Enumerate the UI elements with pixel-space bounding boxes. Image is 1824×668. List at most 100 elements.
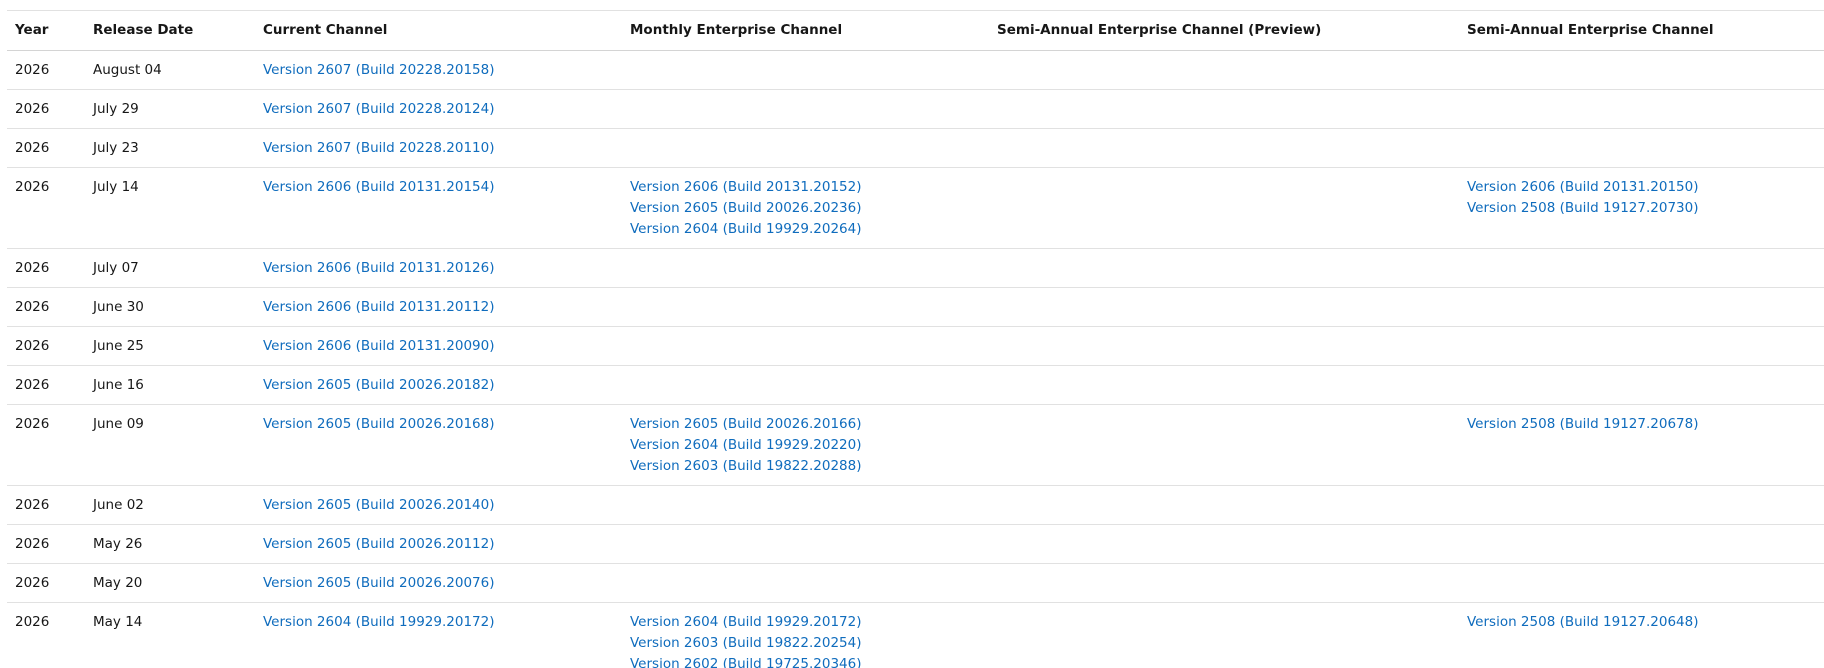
version-link[interactable]: Version 2605 (Build 20026.20182) [263, 375, 614, 396]
version-link[interactable]: Version 2605 (Build 20026.20166) [630, 414, 981, 435]
monthly-enterprise-cell [622, 485, 989, 525]
current-channel-cell: Version 2604 (Build 19929.20172) [255, 602, 622, 668]
semi-annual-enterprise-cell [1459, 50, 1824, 90]
semi-annual-enterprise-cell [1459, 563, 1824, 603]
monthly-enterprise-cell [622, 128, 989, 168]
release-date-cell: July 29 [85, 89, 255, 129]
page: Year Release Date Current Channel Monthl… [0, 0, 1824, 668]
table-row: 2026 July 29 Version 2607 (Build 20228.201… [7, 89, 1824, 129]
semi-annual-preview-cell [989, 89, 1459, 129]
table-row: 2026 August 04 Version 2607 (Build 20228.2… [7, 50, 1824, 90]
monthly-enterprise-cell: Version 2605 (Build 20026.20166) Version … [622, 404, 989, 486]
release-date-cell: May 14 [85, 602, 255, 668]
current-channel-cell: Version 2605 (Build 20026.20182) [255, 365, 622, 405]
year-cell: 2026 [7, 365, 85, 405]
semi-annual-enterprise-cell [1459, 485, 1824, 525]
semi-annual-preview-cell [989, 524, 1459, 564]
current-channel-cell: Version 2606 (Build 20131.20090) [255, 326, 622, 366]
header-year: Year [7, 10, 85, 51]
release-date-cell: May 20 [85, 563, 255, 603]
header-monthly-enterprise-channel: Monthly Enterprise Channel [622, 10, 989, 51]
table-row: 2026 June 16 Version 2605 (Build 20026.201… [7, 365, 1824, 405]
year-cell: 2026 [7, 524, 85, 564]
version-link[interactable]: Version 2606 (Build 20131.20152) [630, 177, 981, 198]
year-cell: 2026 [7, 50, 85, 90]
release-date-cell: June 02 [85, 485, 255, 525]
semi-annual-preview-cell [989, 248, 1459, 288]
monthly-enterprise-cell [622, 524, 989, 564]
release-date-cell: August 04 [85, 50, 255, 90]
monthly-enterprise-cell [622, 365, 989, 405]
semi-annual-enterprise-cell [1459, 248, 1824, 288]
semi-annual-preview-cell [989, 167, 1459, 249]
version-link[interactable]: Version 2602 (Build 19725.20346) [630, 654, 981, 668]
version-link[interactable]: Version 2604 (Build 19929.20172) [630, 612, 981, 633]
monthly-enterprise-cell [622, 89, 989, 129]
monthly-enterprise-cell: Version 2606 (Build 20131.20152) Version … [622, 167, 989, 249]
year-cell: 2026 [7, 128, 85, 168]
semi-annual-enterprise-cell: Version 2606 (Build 20131.20150) Version … [1459, 167, 1824, 249]
monthly-enterprise-cell [622, 50, 989, 90]
semi-annual-enterprise-cell: Version 2508 (Build 19127.20648) [1459, 602, 1824, 668]
version-link[interactable]: Version 2606 (Build 20131.20154) [263, 177, 614, 198]
semi-annual-preview-cell [989, 563, 1459, 603]
version-link[interactable]: Version 2604 (Build 19929.20172) [263, 612, 614, 633]
version-link[interactable]: Version 2605 (Build 20026.20168) [263, 414, 614, 435]
version-link[interactable]: Version 2605 (Build 20026.20140) [263, 495, 614, 516]
version-link[interactable]: Version 2508 (Build 19127.20678) [1467, 414, 1816, 435]
release-date-cell: July 23 [85, 128, 255, 168]
header-semi-annual-preview-channel: Semi-Annual Enterprise Channel (Preview) [989, 10, 1459, 51]
current-channel-cell: Version 2606 (Build 20131.20112) [255, 287, 622, 327]
header-current-channel: Current Channel [255, 10, 622, 51]
monthly-enterprise-cell [622, 326, 989, 366]
year-cell: 2026 [7, 287, 85, 327]
year-cell: 2026 [7, 485, 85, 525]
table-row: 2026 June 30 Version 2606 (Build 20131.201… [7, 287, 1824, 327]
year-cell: 2026 [7, 248, 85, 288]
monthly-enterprise-cell [622, 248, 989, 288]
version-link[interactable]: Version 2607 (Build 20228.20110) [263, 138, 614, 159]
current-channel-cell: Version 2605 (Build 20026.20112) [255, 524, 622, 564]
version-link[interactable]: Version 2605 (Build 20026.20076) [263, 573, 614, 594]
semi-annual-enterprise-cell [1459, 128, 1824, 168]
semi-annual-enterprise-cell [1459, 326, 1824, 366]
current-channel-cell: Version 2605 (Build 20026.20076) [255, 563, 622, 603]
table-row: 2026 July 07 Version 2606 (Build 20131.201… [7, 248, 1824, 288]
current-channel-cell: Version 2607 (Build 20228.20158) [255, 50, 622, 90]
version-link[interactable]: Version 2508 (Build 19127.20648) [1467, 612, 1816, 633]
semi-annual-preview-cell [989, 404, 1459, 486]
year-cell: 2026 [7, 404, 85, 486]
release-date-cell: June 30 [85, 287, 255, 327]
version-link[interactable]: Version 2605 (Build 20026.20236) [630, 198, 981, 219]
current-channel-cell: Version 2607 (Build 20228.20124) [255, 89, 622, 129]
version-link[interactable]: Version 2604 (Build 19929.20220) [630, 435, 981, 456]
year-cell: 2026 [7, 167, 85, 249]
monthly-enterprise-cell: Version 2604 (Build 19929.20172) Version … [622, 602, 989, 668]
version-link[interactable]: Version 2603 (Build 19822.20288) [630, 456, 981, 477]
version-link[interactable]: Version 2606 (Build 20131.20112) [263, 297, 614, 318]
version-link[interactable]: Version 2607 (Build 20228.20124) [263, 99, 614, 120]
version-link[interactable]: Version 2606 (Build 20131.20150) [1467, 177, 1816, 198]
semi-annual-preview-cell [989, 326, 1459, 366]
header-row: Year Release Date Current Channel Monthl… [7, 10, 1824, 51]
table-row: 2026 June 09 Version 2605 (Build 20026.201… [7, 404, 1824, 486]
release-date-cell: June 25 [85, 326, 255, 366]
release-date-cell: June 09 [85, 404, 255, 486]
version-link[interactable]: Version 2607 (Build 20228.20158) [263, 60, 614, 81]
version-link[interactable]: Version 2606 (Build 20131.20126) [263, 258, 614, 279]
semi-annual-enterprise-cell [1459, 89, 1824, 129]
table-row: 2026 June 25 Version 2606 (Build 20131.200… [7, 326, 1824, 366]
semi-annual-preview-cell [989, 287, 1459, 327]
version-link[interactable]: Version 2603 (Build 19822.20254) [630, 633, 981, 654]
monthly-enterprise-cell [622, 287, 989, 327]
current-channel-cell: Version 2605 (Build 20026.20168) [255, 404, 622, 486]
release-date-cell: July 07 [85, 248, 255, 288]
release-history-table: Year Release Date Current Channel Monthl… [7, 10, 1824, 668]
version-link[interactable]: Version 2604 (Build 19929.20264) [630, 219, 981, 240]
version-link[interactable]: Version 2606 (Build 20131.20090) [263, 336, 614, 357]
version-link[interactable]: Version 2605 (Build 20026.20112) [263, 534, 614, 555]
version-link[interactable]: Version 2508 (Build 19127.20730) [1467, 198, 1816, 219]
table-row: 2026 May 26 Version 2605 (Build 20026.2011… [7, 524, 1824, 564]
year-cell: 2026 [7, 602, 85, 668]
release-date-cell: July 14 [85, 167, 255, 249]
